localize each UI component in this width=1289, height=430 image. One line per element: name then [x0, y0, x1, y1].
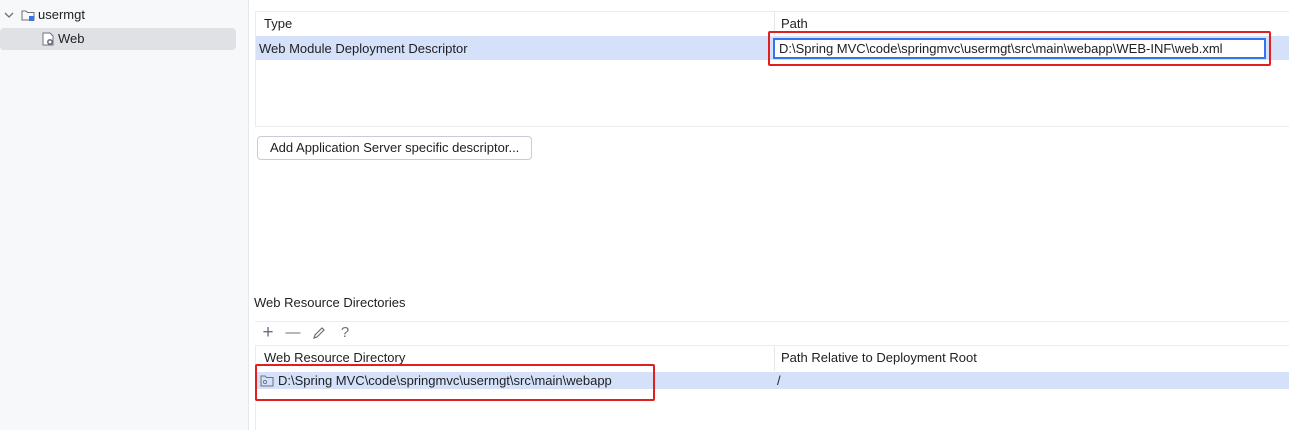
project-structure-tree: usermgt Web [0, 0, 249, 430]
tree-item-label: usermgt [38, 7, 85, 22]
edit-icon[interactable] [310, 324, 328, 342]
column-header-type[interactable]: Type [264, 12, 292, 36]
table-bottom-border [256, 126, 1289, 127]
tree-item-usermgt[interactable]: usermgt [0, 4, 236, 26]
relative-path-cell[interactable]: / [777, 372, 781, 389]
add-icon[interactable]: + [259, 323, 277, 342]
deployment-descriptors-table: Type Path Web Module Deployment Descript… [255, 11, 1289, 127]
tree-item-web[interactable]: Web [0, 28, 236, 50]
module-folder-icon [21, 10, 35, 21]
add-server-descriptor-button[interactable]: Add Application Server specific descript… [257, 136, 533, 160]
section-divider [255, 321, 1289, 322]
chevron-down-icon[interactable] [4, 4, 14, 26]
web-facet-icon [42, 32, 54, 46]
column-header-relative-path[interactable]: Path Relative to Deployment Root [781, 346, 977, 370]
help-icon[interactable]: ? [336, 324, 354, 342]
column-divider[interactable] [774, 346, 775, 371]
tree-item-label: Web [58, 31, 85, 46]
directory-highlight-box [255, 364, 655, 401]
path-highlight-box [768, 31, 1271, 66]
web-resource-section-title: Web Resource Directories [254, 295, 406, 310]
web-facet-settings-panel: Type Path Web Module Deployment Descript… [249, 0, 1289, 430]
remove-icon[interactable]: — [284, 324, 302, 342]
descriptor-type-cell: Web Module Deployment Descriptor [259, 41, 468, 56]
